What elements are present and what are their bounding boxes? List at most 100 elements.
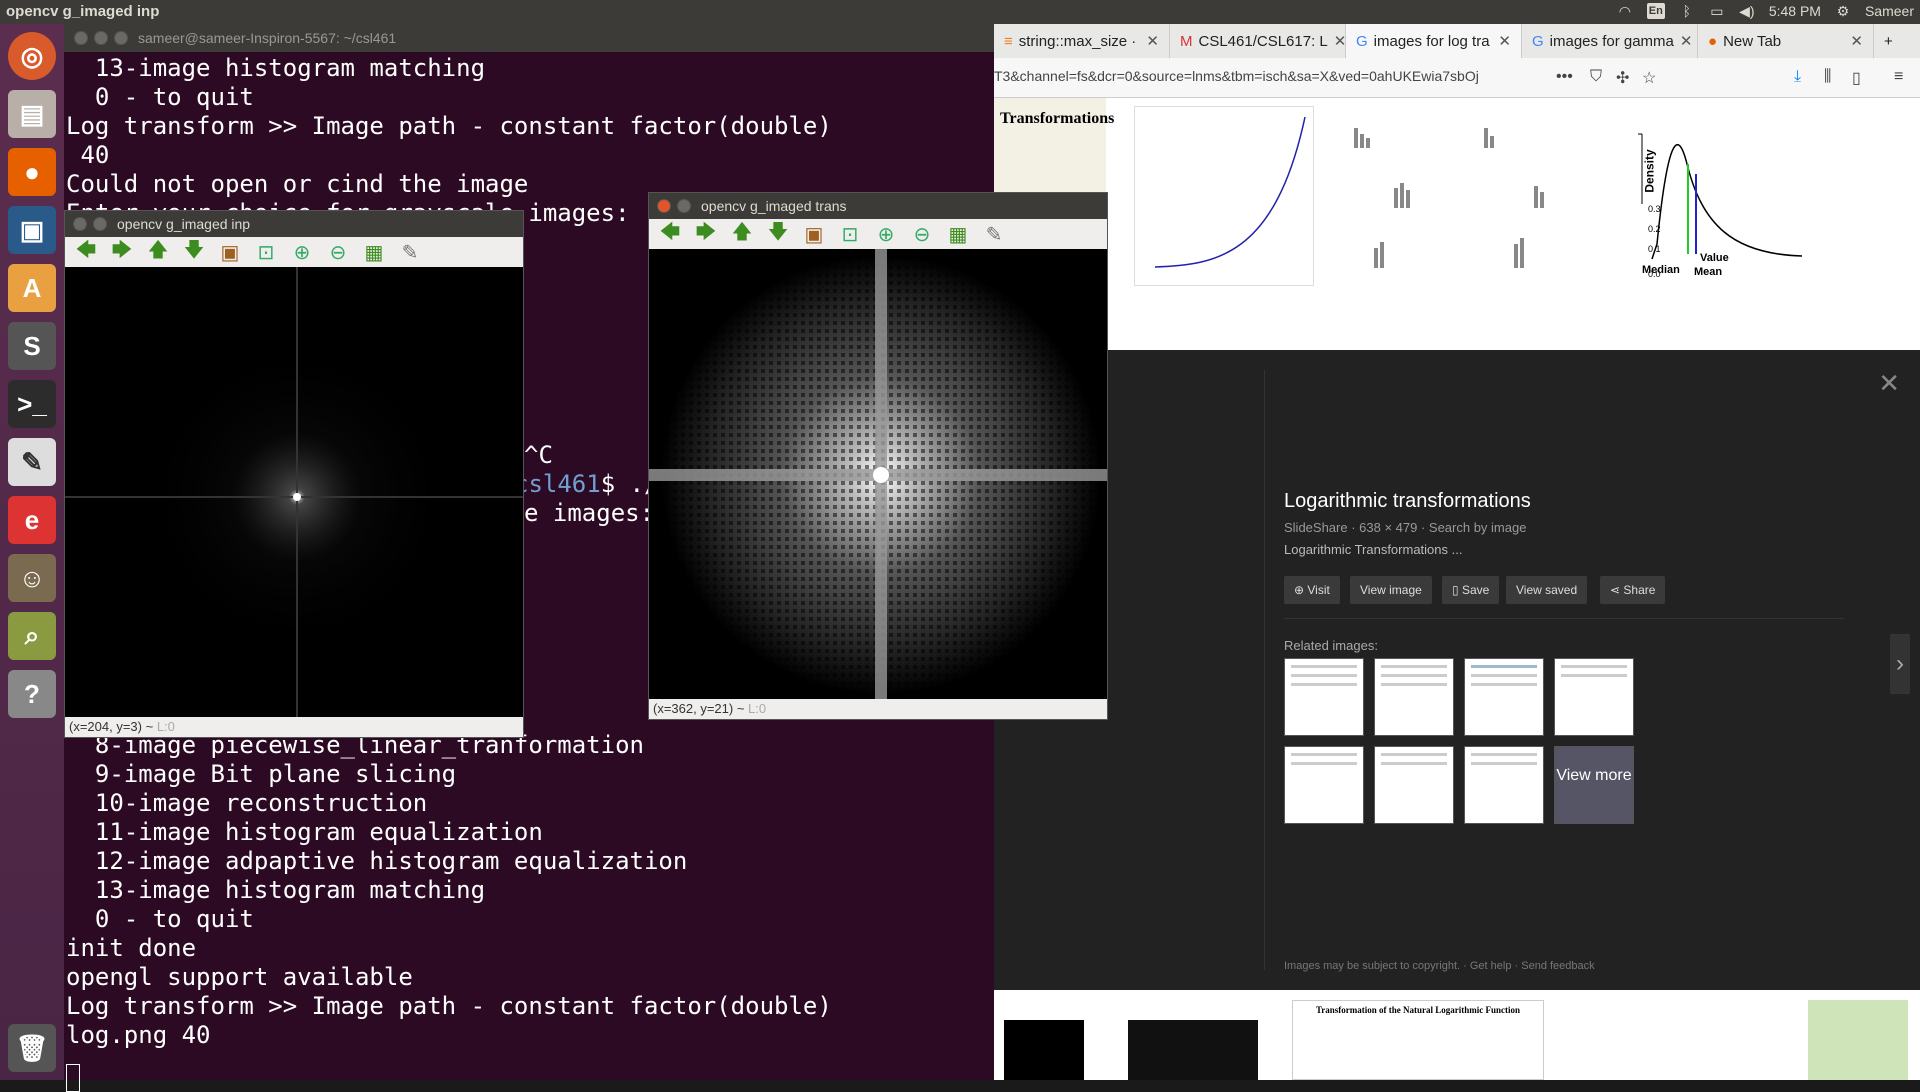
result-thumbnail[interactable] bbox=[1576, 1000, 1676, 1080]
zoom-original-icon[interactable]: ▣ bbox=[799, 222, 829, 246]
close-tab-icon[interactable]: ✕ bbox=[1680, 32, 1693, 50]
pan-down-icon[interactable]: 🡇 bbox=[179, 239, 209, 264]
browser-window[interactable]: ≡ string::max_size · ✕ M CSL461/CSL617: L ✕ … bbox=[994, 24, 1920, 1080]
image-viewer-icon[interactable]: ⌕ bbox=[8, 612, 56, 660]
bluetooth-icon[interactable]: ᛒ bbox=[1679, 4, 1695, 18]
url-text[interactable]: T3&channel=fs&dcr=0&source=lnms&tbm=isch… bbox=[994, 68, 1534, 84]
new-tab-button[interactable]: + bbox=[1874, 24, 1920, 58]
pan-left-icon[interactable]: 🡄 bbox=[71, 239, 101, 264]
user-name[interactable]: Sameer bbox=[1865, 3, 1914, 19]
close-icon[interactable] bbox=[74, 31, 88, 45]
menu-icon[interactable]: ≡ bbox=[1894, 68, 1903, 86]
pan-up-icon[interactable]: 🡅 bbox=[727, 221, 757, 246]
zoom-original-icon[interactable]: ▣ bbox=[215, 240, 245, 264]
zoom-out-icon[interactable]: ⊖ bbox=[907, 222, 937, 246]
battery-icon[interactable]: ▭ bbox=[1709, 4, 1725, 18]
volume-icon[interactable]: ◀) bbox=[1739, 4, 1755, 18]
help-icon[interactable]: ? bbox=[8, 670, 56, 718]
page-actions-icon[interactable]: ••• bbox=[1556, 68, 1573, 86]
gimp-icon[interactable]: ☺ bbox=[8, 554, 56, 602]
close-tab-icon[interactable]: ✕ bbox=[1334, 32, 1345, 50]
text-editor-icon[interactable]: ✎ bbox=[8, 438, 56, 486]
zoom-fit-icon[interactable]: ⊡ bbox=[835, 222, 865, 246]
tab-images-log[interactable]: Gimages for log tra ✕ bbox=[1346, 24, 1522, 58]
get-help-link[interactable]: Get help bbox=[1470, 960, 1512, 972]
ubuntu-dash-icon[interactable]: ◎ bbox=[8, 32, 56, 80]
software-center-icon[interactable]: A bbox=[8, 264, 56, 312]
close-tab-icon[interactable]: ✕ bbox=[1146, 32, 1159, 50]
maximize-icon[interactable] bbox=[114, 31, 128, 45]
close-tab-icon[interactable]: ✕ bbox=[1850, 32, 1863, 50]
preview-meta[interactable]: SlideShare · 638 × 479 · Search by image bbox=[1284, 520, 1526, 535]
opencv-input-window[interactable]: opencv g_imaged inp 🡄 🡆 🡅 🡇 ▣ ⊡ ⊕ ⊖ ▦ ✎ … bbox=[64, 210, 524, 738]
density-chart-thumbnail[interactable]: Density 0.3 0.0 0.1 0.2 Median Value Mea… bbox=[1632, 104, 1872, 290]
close-icon[interactable]: ✕ bbox=[1878, 368, 1900, 399]
zoom-out-icon[interactable]: ⊖ bbox=[323, 240, 353, 264]
pan-right-icon[interactable]: 🡆 bbox=[107, 239, 137, 264]
tab-new-tab[interactable]: ● New Tab ✕ bbox=[1698, 24, 1874, 58]
result-thumbnail[interactable] bbox=[1004, 1020, 1084, 1080]
opencv-transform-window[interactable]: opencv g_imaged trans 🡄 🡆 🡅 🡇 ▣ ⊡ ⊕ ⊖ ▦ … bbox=[648, 192, 1108, 720]
minimize-icon[interactable] bbox=[94, 31, 108, 45]
terminal-icon[interactable]: >_ bbox=[8, 380, 56, 428]
tab-string-max-size[interactable]: ≡ string::max_size · ✕ bbox=[994, 24, 1170, 58]
view-image-button[interactable]: View image bbox=[1350, 576, 1432, 604]
firefox-icon[interactable]: ● bbox=[8, 148, 56, 196]
cv-trans-image[interactable] bbox=[649, 249, 1107, 701]
close-icon[interactable] bbox=[657, 199, 671, 213]
visit-button[interactable]: ⊕ Visit bbox=[1284, 576, 1340, 604]
keyboard-language-indicator[interactable]: En bbox=[1646, 3, 1665, 19]
related-thumbnail[interactable] bbox=[1374, 746, 1454, 824]
url-bar[interactable]: T3&channel=fs&dcr=0&source=lnms&tbm=isch… bbox=[994, 58, 1920, 98]
view-more-button[interactable]: View more bbox=[1554, 746, 1634, 824]
tab-images-gamma[interactable]: Gimages for gamma ✕ bbox=[1522, 24, 1698, 58]
result-thumbnail-exp-curve[interactable] bbox=[1134, 106, 1314, 286]
result-thumbnail[interactable] bbox=[1808, 1000, 1908, 1080]
library-icon[interactable]: ⫼ bbox=[1824, 68, 1831, 86]
pan-left-icon[interactable]: 🡄 bbox=[655, 221, 685, 246]
related-thumbnail[interactable] bbox=[1284, 746, 1364, 824]
tab-csl461[interactable]: M CSL461/CSL617: L ✕ bbox=[1170, 24, 1346, 58]
cv-trans-titlebar[interactable]: opencv g_imaged trans bbox=[649, 193, 1107, 219]
properties-icon[interactable]: ✎ bbox=[979, 222, 1009, 246]
clock[interactable]: 5:48 PM bbox=[1769, 3, 1821, 19]
cv-input-image[interactable] bbox=[65, 267, 523, 719]
terminal-titlebar[interactable]: sameer@sameer-Inspiron-5567: ~/csl461 bbox=[64, 24, 994, 52]
trash-icon[interactable]: 🗑 bbox=[8, 1024, 56, 1072]
related-thumbnail[interactable] bbox=[1554, 658, 1634, 736]
extension-icon[interactable]: ✣ bbox=[1616, 68, 1629, 88]
result-thumbnail[interactable]: Transformation of the Natural Logarithmi… bbox=[1292, 1000, 1544, 1080]
save-icon[interactable]: ▦ bbox=[359, 240, 389, 264]
result-thumbnail[interactable] bbox=[1128, 1020, 1258, 1080]
minimize-icon[interactable] bbox=[93, 217, 107, 231]
close-tab-icon[interactable]: ✕ bbox=[1498, 32, 1511, 50]
result-thumbnail-histograms[interactable] bbox=[1334, 108, 1604, 288]
files-icon[interactable]: ▤ bbox=[8, 90, 56, 138]
properties-icon[interactable]: ✎ bbox=[395, 240, 425, 264]
document-viewer-icon[interactable]: e bbox=[8, 496, 56, 544]
related-thumbnail[interactable] bbox=[1464, 746, 1544, 824]
sidebar-icon[interactable]: ▯ bbox=[1852, 68, 1861, 88]
download-icon[interactable]: ⤓ bbox=[1794, 68, 1801, 86]
sublime-text-icon[interactable]: S bbox=[8, 322, 56, 370]
minimize-icon[interactable] bbox=[677, 199, 691, 213]
send-feedback-link[interactable]: Send feedback bbox=[1521, 960, 1594, 972]
save-icon[interactable]: ▦ bbox=[943, 222, 973, 246]
pan-right-icon[interactable]: 🡆 bbox=[691, 221, 721, 246]
pan-up-icon[interactable]: 🡅 bbox=[143, 239, 173, 264]
pocket-icon[interactable]: ⛉ bbox=[1590, 68, 1602, 86]
close-icon[interactable] bbox=[73, 217, 87, 231]
share-button[interactable]: ⋖ Share bbox=[1600, 576, 1666, 604]
zoom-fit-icon[interactable]: ⊡ bbox=[251, 240, 281, 264]
workspace-switcher-icon[interactable]: ▣ bbox=[8, 206, 56, 254]
save-button[interactable]: ▯ Save bbox=[1442, 576, 1500, 604]
related-thumbnail[interactable] bbox=[1284, 658, 1364, 736]
cv-input-titlebar[interactable]: opencv g_imaged inp bbox=[65, 211, 523, 237]
related-thumbnail[interactable] bbox=[1374, 658, 1454, 736]
next-image-chevron-icon[interactable]: › bbox=[1890, 634, 1910, 694]
settings-gear-icon[interactable]: ⚙ bbox=[1835, 4, 1851, 18]
pan-down-icon[interactable]: 🡇 bbox=[763, 221, 793, 246]
zoom-in-icon[interactable]: ⊕ bbox=[871, 222, 901, 246]
wifi-icon[interactable]: ◠ bbox=[1617, 4, 1633, 18]
bookmark-star-icon[interactable]: ☆ bbox=[1642, 68, 1656, 88]
